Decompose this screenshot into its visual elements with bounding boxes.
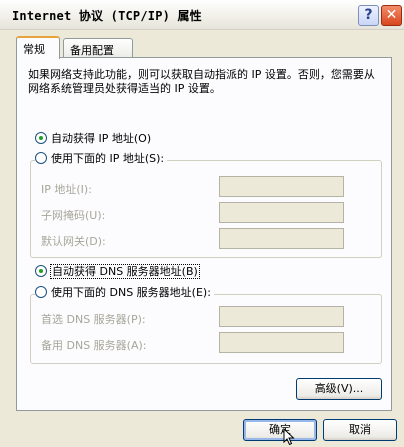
auto-dns-label: 自动获得 DNS 服务器地址(B) — [50, 264, 200, 279]
manual-dns-label: 使用下面的 DNS 服务器地址(E): — [51, 286, 211, 299]
subnet-mask-field — [219, 202, 344, 223]
preferred-dns-label: 首选 DNS 服务器(P): — [41, 313, 146, 326]
general-tab-panel: 如果网络支持此功能，则可以获取自动指派的 IP 设置。否则，您需要从网络系统管理… — [16, 57, 392, 411]
auto-ip-radio[interactable]: 自动获得 IP 地址(O) — [35, 131, 151, 147]
ok-button[interactable]: 确定 — [243, 419, 317, 441]
description-text: 如果网络支持此功能，则可以获取自动指派的 IP 设置。否则，您需要从网络系统管理… — [28, 68, 375, 95]
preferred-dns-field — [219, 306, 344, 327]
mouse-pointer-icon — [283, 428, 295, 446]
radio-selected-icon[interactable] — [35, 265, 47, 277]
manual-ip-radio[interactable]: 使用下面的 IP 地址(S): — [35, 151, 168, 167]
help-button[interactable]: ? — [358, 5, 379, 26]
window-title: Internet 协议 (TCP/IP) 属性 — [12, 9, 202, 23]
tab-alternate-configuration[interactable]: 备用配置 — [63, 38, 133, 58]
alternate-dns-label: 备用 DNS 服务器(A): — [41, 339, 147, 352]
subnet-mask-label: 子网掩码(U): — [41, 209, 106, 222]
ip-address-field — [219, 176, 344, 197]
alternate-dns-field — [219, 332, 344, 353]
manual-dns-group: 首选 DNS 服务器(P): 备用 DNS 服务器(A): — [30, 294, 382, 364]
manual-dns-radio[interactable]: 使用下面的 DNS 服务器地址(E): — [35, 285, 214, 301]
title-bar[interactable]: Internet 协议 (TCP/IP) 属性 ? ✕ — [0, 0, 404, 30]
radio-selected-icon[interactable] — [35, 132, 47, 144]
default-gateway-label: 默认网关(D): — [41, 235, 106, 248]
ip-address-label: IP 地址(I): — [41, 183, 92, 196]
advanced-button[interactable]: 高级(V)... — [296, 378, 382, 400]
tab-general[interactable]: 常规 — [16, 36, 60, 59]
manual-ip-group: IP 地址(I): 子网掩码(U): 默认网关(D): — [30, 160, 382, 258]
radio-unselected-icon[interactable] — [35, 286, 47, 298]
manual-ip-label: 使用下面的 IP 地址(S): — [51, 152, 165, 165]
close-button[interactable]: ✕ — [381, 5, 402, 26]
radio-unselected-icon[interactable] — [35, 152, 47, 164]
cancel-button[interactable]: 取消 — [323, 419, 397, 441]
default-gateway-field — [219, 228, 344, 249]
auto-ip-label: 自动获得 IP 地址(O) — [51, 132, 152, 145]
auto-dns-radio[interactable]: 自动获得 DNS 服务器地址(B) — [35, 264, 200, 280]
